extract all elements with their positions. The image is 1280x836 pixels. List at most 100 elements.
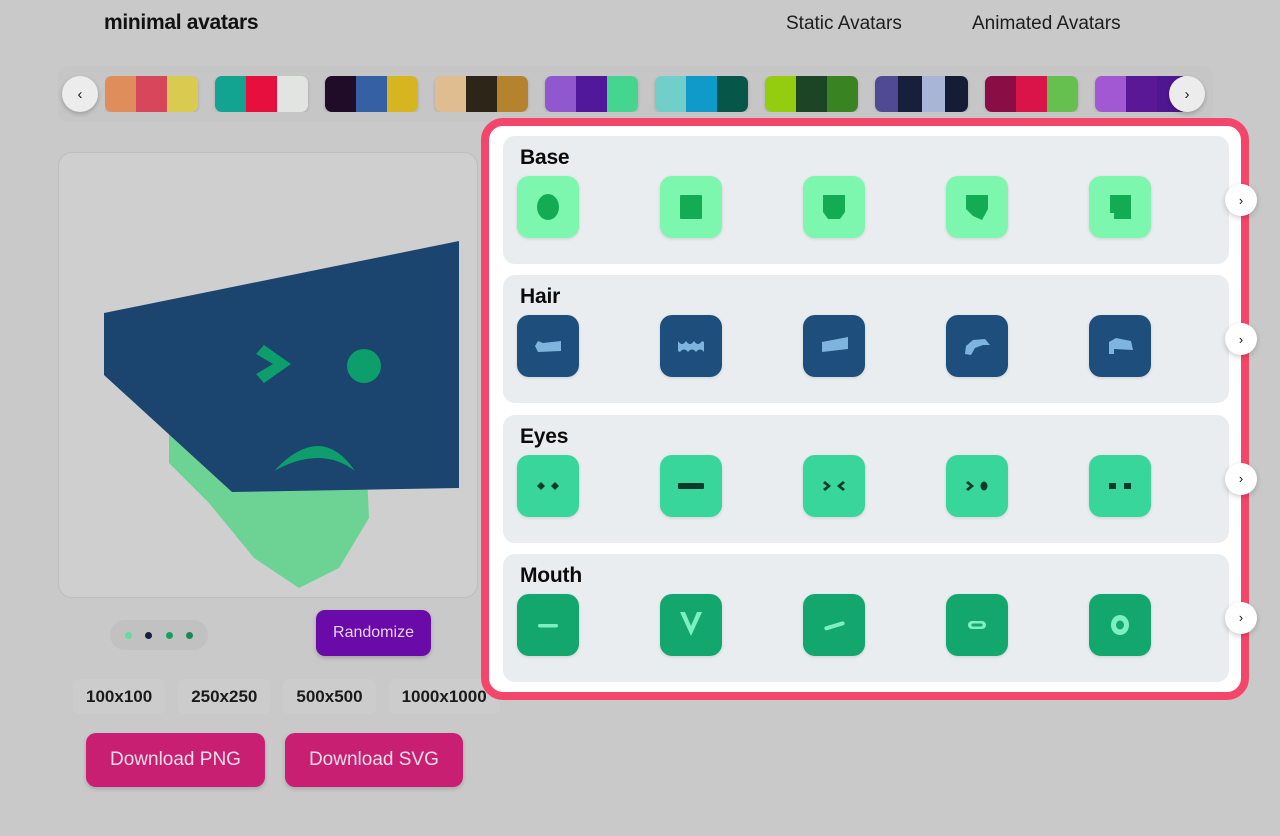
palette-swatch[interactable]: [875, 76, 968, 112]
palette-color-segment: [944, 76, 968, 112]
size-button-250x250[interactable]: 250x250: [178, 679, 271, 714]
palette-color-segment: [325, 76, 356, 112]
option-section-eyes: Eyes ›: [503, 414, 1257, 543]
size-button-500x500[interactable]: 500x500: [283, 679, 376, 714]
palette-swatch[interactable]: [985, 76, 1078, 112]
bar-icon: [678, 482, 704, 489]
download-png-button[interactable]: Download PNG: [86, 733, 265, 787]
app-header: minimal avatars Static Avatars Animated …: [0, 0, 1280, 52]
palette-color-segment: [875, 76, 899, 112]
option-item-row: [517, 593, 1229, 656]
palette-dot[interactable]: [124, 631, 132, 639]
download-svg-button[interactable]: Download SVG: [284, 733, 463, 787]
palette-color-segment: [686, 76, 717, 112]
avatar-preview-image: [104, 241, 459, 588]
palette-color-segment: [655, 76, 686, 112]
base-shape-ellipse[interactable]: [517, 176, 579, 238]
wavy-icon: [678, 341, 704, 353]
eyes-style-diamonds[interactable]: [517, 454, 579, 517]
chevron-right-icon[interactable]: ›: [1225, 462, 1257, 495]
palette-color-segment: [497, 76, 528, 112]
palette-dot[interactable]: [186, 631, 194, 639]
wedge-icon: [822, 337, 848, 353]
palette-color-segment: [1047, 76, 1078, 112]
palette-dot[interactable]: [145, 631, 153, 639]
diamonds-icon: [537, 481, 559, 490]
hair-style-wedge[interactable]: [803, 315, 865, 378]
palette-color-segment: [105, 76, 136, 112]
palette-color-segment: [765, 76, 796, 112]
mouth-style-oval[interactable]: [1089, 593, 1151, 656]
palette-swatch[interactable]: [655, 76, 748, 112]
palette-color-segment: [796, 76, 827, 112]
palette-swatch[interactable]: [105, 76, 198, 112]
pentagon-icon: [966, 195, 988, 220]
base-shape-pentagon[interactable]: [946, 176, 1008, 238]
hair-style-flat-sweep[interactable]: [1089, 315, 1151, 378]
palette-swatch[interactable]: [325, 76, 418, 112]
line-icon: [538, 623, 558, 628]
flat-sweep-icon: [1109, 338, 1133, 355]
slant-icon: [824, 621, 845, 631]
palette-color-segment: [356, 76, 387, 112]
option-section-title: Base: [520, 146, 570, 169]
palette-color-segment: [215, 76, 246, 112]
curl-right-icon: [965, 339, 990, 356]
palette-color-segment: [827, 76, 858, 112]
chevron-right-icon[interactable]: ›: [1225, 184, 1257, 216]
chevron-right-icon[interactable]: ›: [1169, 76, 1205, 112]
palette-color-segment: [985, 76, 1016, 112]
avatar-artwork: [104, 241, 459, 588]
palette-color-segment: [387, 76, 418, 112]
randomize-button[interactable]: Randomize: [316, 610, 431, 656]
palette-color-segment: [1016, 76, 1047, 112]
chevron-right-icon[interactable]: ›: [1225, 601, 1257, 634]
base-shape-square[interactable]: [660, 176, 722, 238]
base-shape-notched[interactable]: [1089, 176, 1151, 238]
angle-in-icon: [823, 480, 845, 491]
palette-dot[interactable]: [165, 631, 173, 639]
mouth-style-line[interactable]: [517, 593, 579, 656]
vee-icon: [680, 611, 702, 636]
eyes-style-squares[interactable]: [1089, 454, 1151, 517]
hair-style-wavy[interactable]: [660, 315, 722, 378]
mouth-style-vee[interactable]: [660, 593, 722, 656]
avatar-preview-card: [58, 152, 478, 598]
option-section-title: Eyes: [520, 424, 569, 448]
nav-link-static-avatars[interactable]: Static Avatars: [786, 13, 902, 35]
hair-style-swoop-left[interactable]: [517, 315, 579, 378]
app-brand-title: minimal avatars: [104, 11, 259, 34]
palette-color-segment: [167, 76, 198, 112]
chevron-left-icon[interactable]: ‹: [62, 76, 98, 112]
palette-strip: ‹ ›: [58, 66, 1213, 122]
square-icon: [680, 195, 702, 219]
size-button-100x100[interactable]: 100x100: [73, 679, 166, 714]
eyes-style-angle-in[interactable]: [803, 454, 865, 517]
option-section-title: Mouth: [520, 563, 582, 587]
eyes-style-bar[interactable]: [660, 454, 722, 517]
options-panel: Base › Hair › Eyes › Mouth ›: [481, 118, 1257, 700]
palette-color-segment: [607, 76, 638, 112]
notched-icon: [1110, 195, 1131, 219]
base-shape-shield[interactable]: [803, 176, 865, 238]
option-item-row: [517, 176, 1229, 238]
squares-icon: [1109, 482, 1131, 489]
palette-color-segment: [576, 76, 607, 112]
palette-swatch[interactable]: [765, 76, 858, 112]
nav-link-animated-avatars[interactable]: Animated Avatars: [972, 13, 1121, 35]
mouth-style-pill[interactable]: [946, 593, 1008, 656]
palette-swatch[interactable]: [215, 76, 308, 112]
angle-dot-icon: [966, 480, 988, 491]
palette-color-segment: [277, 76, 308, 112]
palette-swatch[interactable]: [545, 76, 638, 112]
palette-color-segment: [1126, 76, 1157, 112]
mouth-style-slant[interactable]: [803, 593, 865, 656]
option-item-row: [517, 315, 1229, 378]
palette-dots-indicator[interactable]: [110, 620, 208, 650]
palette-swatch[interactable]: [435, 76, 528, 112]
hair-style-curl-right[interactable]: [946, 315, 1008, 378]
palette-track[interactable]: [105, 76, 1215, 112]
chevron-right-icon[interactable]: ›: [1225, 323, 1257, 356]
ellipse-icon: [537, 194, 559, 220]
eyes-style-angle-dot[interactable]: [946, 454, 1008, 517]
